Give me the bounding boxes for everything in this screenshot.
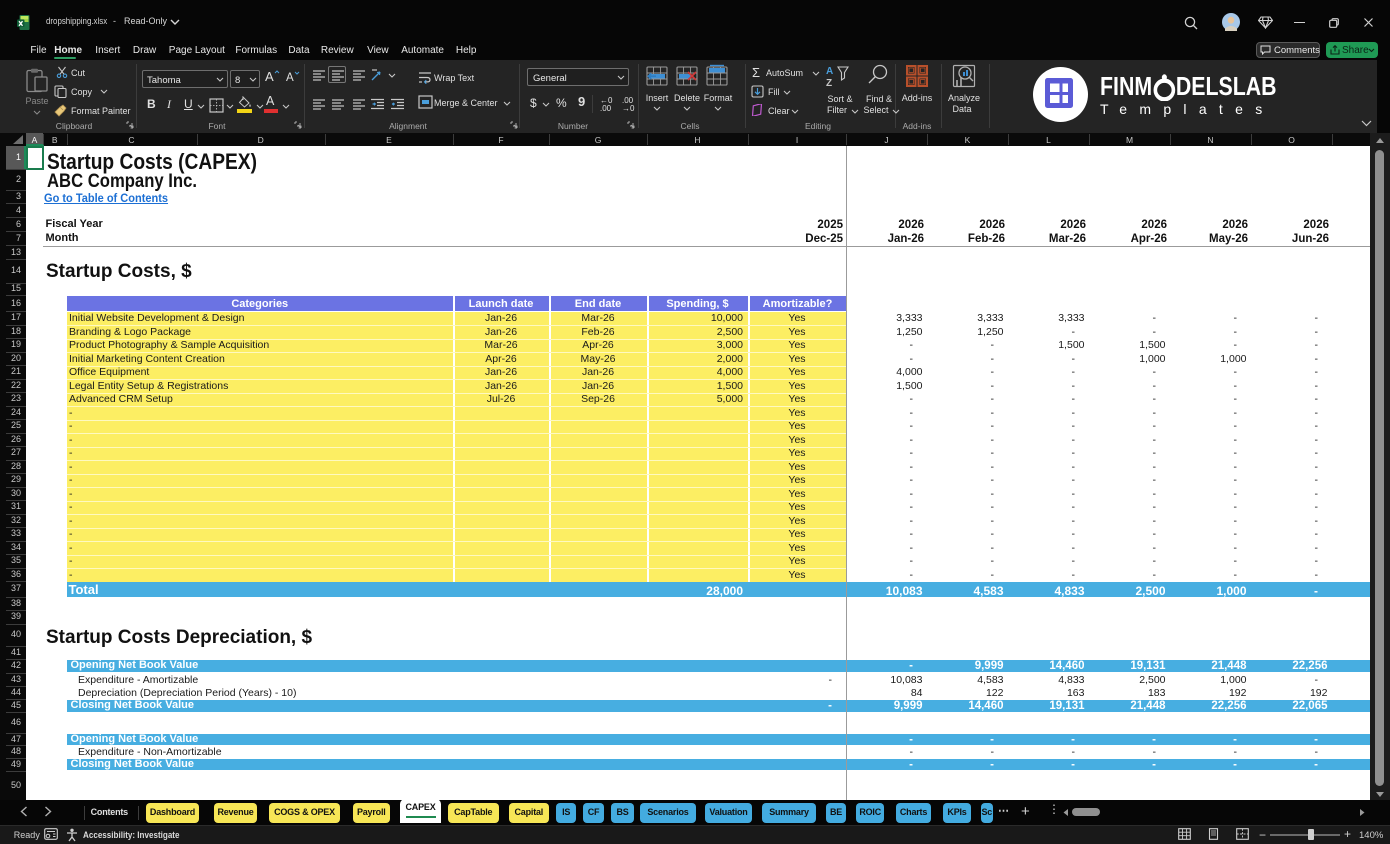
svg-text:Z: Z: [826, 78, 832, 87]
svg-text:A: A: [826, 66, 833, 77]
